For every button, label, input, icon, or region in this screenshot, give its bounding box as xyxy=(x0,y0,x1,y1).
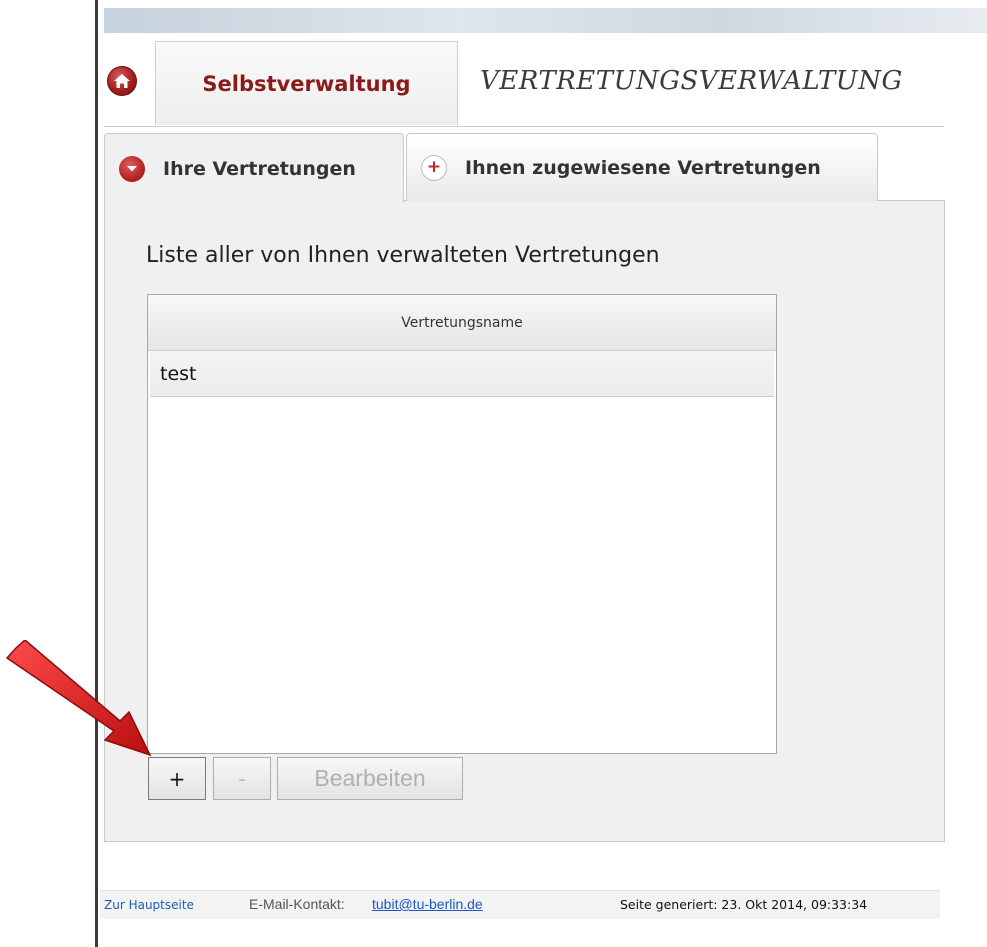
column-header-vertretungsname[interactable]: Vertretungsname xyxy=(148,295,776,351)
home-link[interactable]: Zur Hauptseite xyxy=(104,898,194,912)
tab-zugewiesene-vertretungen[interactable]: + Ihnen zugewiesene Vertretungen xyxy=(406,133,878,201)
plus-icon: + xyxy=(421,154,447,181)
window-edge xyxy=(95,0,98,947)
selbstverwaltung-label: Selbstverwaltung xyxy=(202,71,411,96)
vertretungen-table: Vertretungsname test xyxy=(147,294,777,754)
collapse-icon xyxy=(119,155,145,182)
table-row[interactable]: test xyxy=(150,351,774,397)
remove-button[interactable]: - xyxy=(213,757,271,800)
title-strip xyxy=(104,8,987,33)
table-cell: test xyxy=(160,362,197,385)
header-divider xyxy=(104,126,944,127)
selbstverwaltung-tab[interactable]: Selbstverwaltung xyxy=(155,41,458,125)
add-button[interactable]: + xyxy=(148,757,206,800)
red-arrow-icon xyxy=(5,640,152,757)
tab-ihre-vertretungen[interactable]: Ihre Vertretungen xyxy=(104,133,404,203)
tab-label: Ihre Vertretungen xyxy=(163,157,356,180)
edit-button[interactable]: Bearbeiten xyxy=(277,757,463,800)
contact-email-link[interactable]: tubit@tu-berlin.de xyxy=(372,896,483,912)
contact-label: E-Mail-Kontakt: xyxy=(249,896,345,912)
page-title: VERTRETUNGSVERWALTUNG xyxy=(480,66,903,96)
generated-timestamp: Seite generiert: 23. Okt 2014, 09:33:34 xyxy=(620,897,868,912)
list-heading: Liste aller von Ihnen verwalteten Vertre… xyxy=(146,243,660,268)
tab-label: Ihnen zugewiesene Vertretungen xyxy=(465,156,821,179)
home-icon[interactable] xyxy=(107,66,137,96)
